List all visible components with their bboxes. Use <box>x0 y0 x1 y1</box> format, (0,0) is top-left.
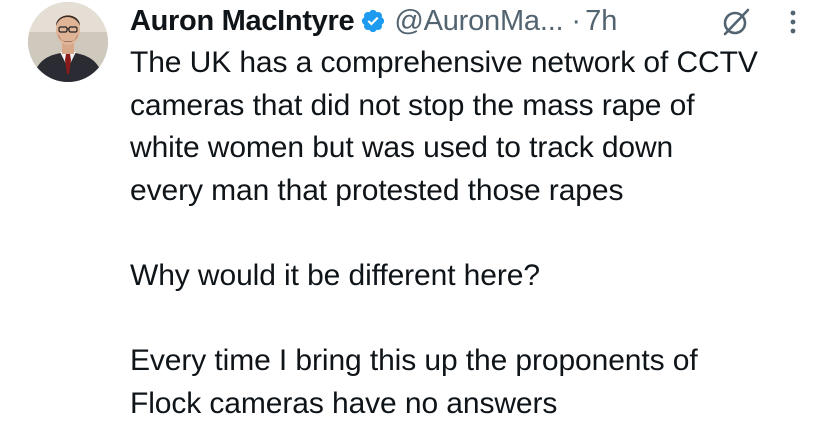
more-options-icon[interactable] <box>783 6 803 38</box>
tweet[interactable]: Auron MacIntyre @AuronMa... · 7h The UK … <box>0 0 839 428</box>
tweet-text-line: Why would it be different here? <box>130 258 540 292</box>
author-handle[interactable]: @AuronMa... <box>394 5 563 38</box>
tweet-text-line: Flock cameras have no answers <box>130 386 558 420</box>
tweet-text-line: The UK has a comprehensive network of CC… <box>130 46 758 79</box>
tweet-text: The UK has a comprehensive network of CC… <box>130 42 830 425</box>
timestamp[interactable]: 7h <box>585 5 617 38</box>
author-display-name[interactable]: Auron MacIntyre <box>130 5 355 38</box>
avatar-photo <box>28 2 108 82</box>
tweet-text-line: Every time I bring this up the proponent… <box>130 344 698 378</box>
avatar[interactable] <box>28 2 108 82</box>
grok-icon[interactable] <box>720 6 752 38</box>
verified-badge-icon <box>360 8 386 34</box>
tweet-text-line: white women but was used to track down <box>130 131 674 165</box>
separator-dot: · <box>571 4 582 37</box>
tweet-text-line: cameras that did not stop the mass rape … <box>130 88 695 122</box>
tweet-text-line: every man that protested those rapes <box>130 173 624 207</box>
